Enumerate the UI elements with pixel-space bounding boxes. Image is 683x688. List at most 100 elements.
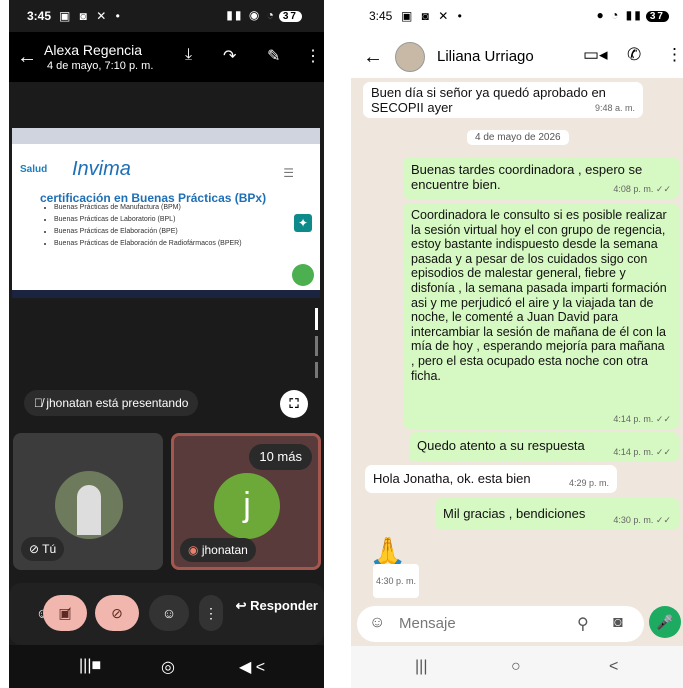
hamburger-icon: ☰ [283, 166, 294, 180]
contact-avatar[interactable] [395, 42, 425, 72]
android-nav-bar: ||| ○ < [351, 646, 683, 688]
presentation-area: Salud Invima ☰ certificación en Buenas P… [9, 82, 324, 422]
meet-call-screen: 3:45 ▣ ◙ ✕ • ▮▮ ◉ ◔ 37 ← Alexa Regencia 4… [9, 0, 324, 688]
download-icon[interactable]: ⤓ [185, 46, 192, 64]
message-text: Quedo atento a su respuesta [417, 438, 585, 453]
list-item: Buenas Prácticas de Elaboración (BPE) [54, 226, 242, 238]
camera-off-button[interactable]: ▣̸ [43, 595, 87, 631]
message-time: 4:08 p. m. ✓✓ [613, 184, 671, 194]
message-time: 4:30 p. m. ✓✓ [613, 515, 671, 525]
status-bar: 3:45 ▣ ◙ ✕ • ▮▮ ◉ ◔ 37 [9, 0, 324, 32]
sender-name: Alexa Regencia [44, 42, 143, 58]
message-outgoing[interactable]: Quedo atento a su respuesta 4:14 p. m. ✓… [409, 432, 679, 462]
presenting-chip: 🎙̸ jhonatan está presentando [24, 390, 199, 416]
message-input[interactable]: ☺ Mensaje ⚲ ◙ [357, 606, 644, 642]
message-emoji[interactable]: 🙏 4:30 p. m. [365, 536, 425, 600]
status-time: 3:45 [27, 9, 52, 23]
scroll-indicator [315, 336, 318, 356]
invima-logo: Invima [72, 158, 131, 180]
media-viewer-header: ← Alexa Regencia 4 de mayo, 7:10 p. m. ⤓… [9, 32, 324, 82]
participant-name: Tú [42, 542, 57, 556]
avatar [55, 471, 123, 539]
home-icon[interactable]: ◎ [161, 657, 175, 677]
battery-icon: 37 [278, 11, 302, 22]
back-icon[interactable]: < [609, 658, 618, 676]
whatsapp-chat-screen: 3:45 ▣ ◙ ✕ • ● ◔ ▮▮ 37 ← Liliana Urriago … [351, 0, 683, 688]
participant-tile-jhonatan[interactable]: 10 más j ◉ jhonatan [171, 433, 321, 570]
call-controls: ☺ ▣̸ ⊘ ☺ ⋮ ↩ Responder [9, 583, 324, 645]
recents-icon[interactable]: ||| [415, 658, 427, 676]
recents-icon[interactable]: |||■ [79, 657, 101, 675]
attach-icon[interactable]: ⚲ [577, 614, 589, 634]
notification-icons: ▣ ◙ ✕ • [59, 9, 123, 23]
scroll-indicator [315, 362, 318, 378]
avatar-figure [77, 485, 101, 535]
voice-message-button[interactable]: 🎤 [649, 606, 681, 638]
shared-screen: Salud Invima ☰ certificación en Buenas P… [12, 128, 320, 298]
list-item: Buenas Prácticas de Manufactura (BPM) [54, 202, 242, 214]
message-incoming[interactable]: Hola Jonatha, ok. esta bien 4:29 p. m. [365, 465, 617, 493]
fullscreen-button[interactable]: ⛶ [280, 390, 308, 418]
participant-chip: ⊘ Tú [21, 537, 65, 561]
notification-icons: ▣ ◙ ✕ • [401, 9, 465, 23]
home-icon[interactable]: ○ [511, 658, 521, 676]
mic-off-button[interactable]: ⊘ [95, 595, 139, 631]
message-time: 4:14 p. m. ✓✓ [613, 414, 671, 425]
accessibility-icon: ✦ [294, 214, 312, 232]
message-incoming[interactable]: Buen día si señor ya quedó aprobado en S… [363, 82, 643, 118]
status-time: 3:45 [369, 9, 393, 23]
chat-icon [292, 264, 314, 286]
sent-date: 4 de mayo, 7:10 p. m. [47, 60, 154, 72]
message-text: Buenas tardes coordinadora , espero se e… [411, 162, 643, 192]
participant-tile-you[interactable]: ⊘ Tú [13, 433, 163, 570]
message-text: Hola Jonatha, ok. esta bien [373, 471, 531, 486]
status-bar: 3:45 ▣ ◙ ✕ • ● ◔ ▮▮ 37 [351, 0, 683, 32]
back-arrow-icon[interactable]: ← [17, 46, 37, 69]
avatar: j [214, 473, 280, 539]
message-text: Buen día si señor ya quedó aprobado en S… [371, 85, 606, 115]
more-options-icon[interactable]: ⋮ [666, 45, 683, 65]
windows-taskbar [12, 290, 320, 298]
camera-icon[interactable]: ◙ [613, 614, 623, 632]
participant-chip: ◉ jhonatan [180, 538, 256, 562]
more-participants-badge[interactable]: 10 más [249, 444, 312, 470]
message-outgoing[interactable]: Coordinadora le consulto si es posible r… [403, 203, 679, 429]
forward-icon[interactable]: ↷ [223, 46, 236, 66]
list-item: Buenas Prácticas de Elaboración de Radio… [54, 238, 242, 250]
signal-icons: ▮▮ ◉ ◔ 37 [226, 8, 302, 22]
video-call-icon[interactable]: ▭◂ [583, 45, 608, 65]
message-time: 9:48 a. m. [594, 103, 635, 113]
message-time: 4:29 p. m. [568, 478, 609, 488]
edit-icon[interactable]: ✎ [267, 46, 280, 66]
signal-icons: ● ◔ ▮▮ 37 [597, 8, 669, 22]
more-options-icon[interactable]: ⋮ [199, 595, 223, 631]
message-outgoing[interactable]: Mil gracias , bendiciones 4:30 p. m. ✓✓ [435, 498, 679, 530]
chat-header: 3:45 ▣ ◙ ✕ • ● ◔ ▮▮ 37 ← Liliana Urriago … [351, 0, 683, 78]
emoji-icon[interactable]: ☺ [369, 614, 385, 632]
reactions-button[interactable]: ☺ [149, 595, 189, 631]
participant-name: jhonatan [201, 543, 248, 557]
phone-call-icon[interactable]: ✆ [627, 45, 641, 65]
more-options-icon[interactable]: ⋮ [305, 46, 321, 66]
input-placeholder[interactable]: Mensaje [399, 615, 456, 632]
contact-name[interactable]: Liliana Urriago [437, 48, 534, 65]
bp-list: Buenas Prácticas de Manufactura (BPM) Bu… [40, 202, 242, 250]
presenting-label: jhonatan está presentando [46, 396, 189, 410]
android-nav-bar: |||■ ◎ ◀ < [9, 645, 324, 688]
mic-off-icon: 🎙̸ [34, 396, 47, 410]
scroll-indicator [315, 308, 318, 330]
battery-icon: 37 [645, 11, 669, 22]
mic-off-icon: ⊘ [29, 542, 43, 556]
back-arrow-icon[interactable]: ← [363, 46, 383, 69]
message-time: 4:14 p. m. ✓✓ [613, 447, 671, 457]
message-outgoing[interactable]: Buenas tardes coordinadora , espero se e… [403, 157, 679, 199]
salud-logo: Salud [20, 164, 48, 175]
back-icon[interactable]: ◀ < [239, 657, 265, 677]
browser-toolbar [12, 128, 320, 144]
list-item: Buenas Prácticas de Laboratorio (BPL) [54, 214, 242, 226]
reply-label: Responder [250, 598, 318, 613]
message-time: 4:30 p. m. [373, 564, 420, 598]
date-separator: 4 de mayo de 2026 [467, 130, 569, 145]
reply-button[interactable]: ↩ Responder [236, 598, 318, 614]
message-text: Coordinadora le consulto si es posible r… [411, 208, 667, 383]
